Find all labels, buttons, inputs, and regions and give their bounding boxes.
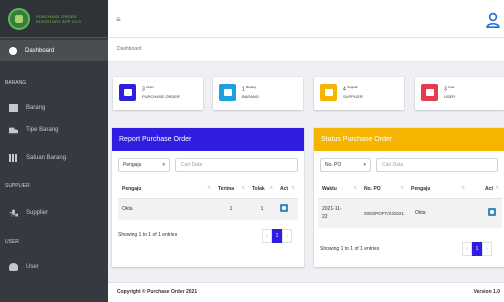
stat-count: 3 User xyxy=(444,85,455,93)
col-header-act[interactable]: Act ⇅ xyxy=(468,180,502,199)
stat-label: USER xyxy=(444,94,456,99)
footer: Copyright © Purchase Order 2021 Version … xyxy=(108,282,504,302)
page-button[interactable]: 1 xyxy=(272,229,282,243)
view-icon[interactable] xyxy=(280,204,288,213)
col-header-terima[interactable]: Terima ⇅ xyxy=(214,180,248,199)
view-icon[interactable] xyxy=(488,208,496,217)
panel-title: Status Purchase Order xyxy=(314,128,504,151)
col-header-tolak[interactable]: Tolak ⇅ xyxy=(248,180,276,199)
status-filter-select[interactable]: No. PO xyxy=(320,158,371,172)
entries-info: Showing 1 to 1 of 1 entries xyxy=(320,246,380,252)
prev-page-button[interactable]: ‹ xyxy=(262,229,272,243)
sidebar-header-supplier: SUPPLIER xyxy=(5,183,30,189)
col-header-pengaju[interactable]: Pengaju ⇅ xyxy=(407,180,468,199)
sidebar-item-tipe-barang[interactable]: Tipe Barang xyxy=(0,120,108,140)
stat-label: BARANG xyxy=(242,94,259,99)
table-row: Okta 1 1 xyxy=(118,198,298,220)
pagination: ‹ 1 › xyxy=(462,242,492,256)
hamburger-icon[interactable]: ≡ xyxy=(116,15,121,24)
version-text: Version 1.0 xyxy=(473,289,500,295)
cell-tolak: 1 xyxy=(248,198,276,220)
brand-line2: INVENTORY APP V1.0 xyxy=(36,18,81,24)
sidebar-header-user: USER xyxy=(5,239,19,245)
sidebar-item-dashboard[interactable]: Dashboard xyxy=(0,40,108,61)
sidebar-item-supplier[interactable]: Supplier xyxy=(0,203,108,223)
col-header-pengaju[interactable]: Pengaju ⇅ xyxy=(118,180,214,199)
brand-line1: PURCHASE ORDER xyxy=(36,13,77,19)
next-page-button[interactable]: › xyxy=(482,242,492,256)
pagination: ‹ 1 › xyxy=(262,229,292,243)
sidebar: PURCHASE ORDER INVENTORY APP V1.0 Dashbo… xyxy=(0,0,108,302)
stat-label: PURCHASE ORDER xyxy=(142,94,180,99)
truck-icon xyxy=(9,127,18,134)
stat-card-user[interactable]: 3 User USER xyxy=(415,77,504,110)
brand[interactable]: PURCHASE ORDER INVENTORY APP V1.0 xyxy=(0,0,108,38)
prev-page-button[interactable]: ‹ xyxy=(462,242,472,256)
topbar: ≡ xyxy=(108,0,504,38)
sidebar-item-satuan-barang[interactable]: Satuan Barang xyxy=(0,148,108,168)
stat-count: 1 Barang xyxy=(242,85,256,93)
box-icon xyxy=(219,84,236,101)
status-table: Waktu ⇅ No. PO ⇅ Pengaju ⇅ Act ⇅ 2021-11- 22… xyxy=(318,180,502,228)
stat-count: 4 Supplier xyxy=(343,85,359,93)
breadcrumb-bar: Dashboard xyxy=(108,38,504,62)
bar-chart-icon xyxy=(320,84,337,101)
col-header-no-po[interactable]: No. PO ⇅ xyxy=(360,180,407,199)
cell-waktu-date: 2021-11- xyxy=(322,206,342,213)
cell-terima: 1 xyxy=(214,198,248,220)
purchase-order-icon xyxy=(119,84,136,101)
copyright-text: Copyright © Purchase Order 2021 xyxy=(117,289,198,295)
sidebar-item-label: User xyxy=(26,264,39,270)
cell-no-po: 0002/POFT/XI/2021 xyxy=(360,198,407,228)
entries-info: Showing 1 to 1 of 1 entries xyxy=(118,232,178,238)
stat-card-supplier[interactable]: 4 Supplier SUPPLIER xyxy=(314,77,404,110)
brand-logo-icon xyxy=(8,7,30,30)
report-search-input[interactable]: Cari Data xyxy=(175,158,298,172)
report-purchase-order-panel: Report Purchase Order Pengaju Cari Data … xyxy=(112,128,304,267)
sidebar-header-barang: BARANG xyxy=(5,80,27,86)
panel-title: Report Purchase Order xyxy=(112,128,304,151)
stat-label: SUPPLIER xyxy=(343,94,363,99)
status-search-input[interactable]: Cari Data xyxy=(376,158,498,172)
user-circle-icon[interactable] xyxy=(486,12,500,28)
stat-card-barang[interactable]: 1 Barang BARANG xyxy=(213,77,303,110)
sidebar-item-label: Satuan Barang xyxy=(26,155,67,161)
cell-waktu-day: 22 xyxy=(322,214,328,221)
report-filter-select[interactable]: Pengaju xyxy=(118,158,170,172)
users-icon xyxy=(421,84,438,101)
cell-act xyxy=(468,198,502,228)
next-page-button[interactable]: › xyxy=(282,229,292,243)
brand-text: PURCHASE ORDER INVENTORY APP V1.0 xyxy=(36,14,81,24)
cell-waktu: 2021-11- 22 xyxy=(318,198,360,228)
dashboard-icon xyxy=(9,46,17,55)
cell-pengaju: Okta xyxy=(407,198,468,228)
stat-count: 3 Order xyxy=(142,85,154,93)
stat-card-purchase-order[interactable]: 3 Order PURCHASE ORDER xyxy=(113,77,203,110)
users-icon xyxy=(9,263,18,271)
page-button[interactable]: 1 xyxy=(472,242,482,256)
grid-icon xyxy=(9,154,18,162)
cell-act xyxy=(276,198,298,220)
cell-pengaju: Okta xyxy=(118,198,214,220)
sidebar-item-label: Barang xyxy=(26,105,46,111)
breadcrumb[interactable]: Dashboard xyxy=(117,46,141,52)
table-row: 2021-11- 22 0002/POFT/XI/2021 Okta xyxy=(318,198,502,228)
col-header-waktu[interactable]: Waktu ⇅ xyxy=(318,180,360,199)
col-header-act[interactable]: Act ⇅ xyxy=(276,180,298,199)
sidebar-item-barang[interactable]: Barang xyxy=(0,98,108,118)
sidebar-item-label: Tipe Barang xyxy=(26,127,59,133)
sidebar-item-label: Supplier xyxy=(26,210,49,216)
sidebar-item-label: Dashboard xyxy=(25,47,55,54)
box-icon xyxy=(9,104,18,112)
bar-chart-icon xyxy=(9,209,18,217)
status-purchase-order-panel: Status Purchase Order No. PO Cari Data W… xyxy=(314,128,504,267)
sidebar-item-user[interactable]: User xyxy=(0,257,108,277)
report-table: Pengaju ⇅ Terima ⇅ Tolak ⇅ Act ⇅ Okta 1 1 xyxy=(118,180,298,220)
